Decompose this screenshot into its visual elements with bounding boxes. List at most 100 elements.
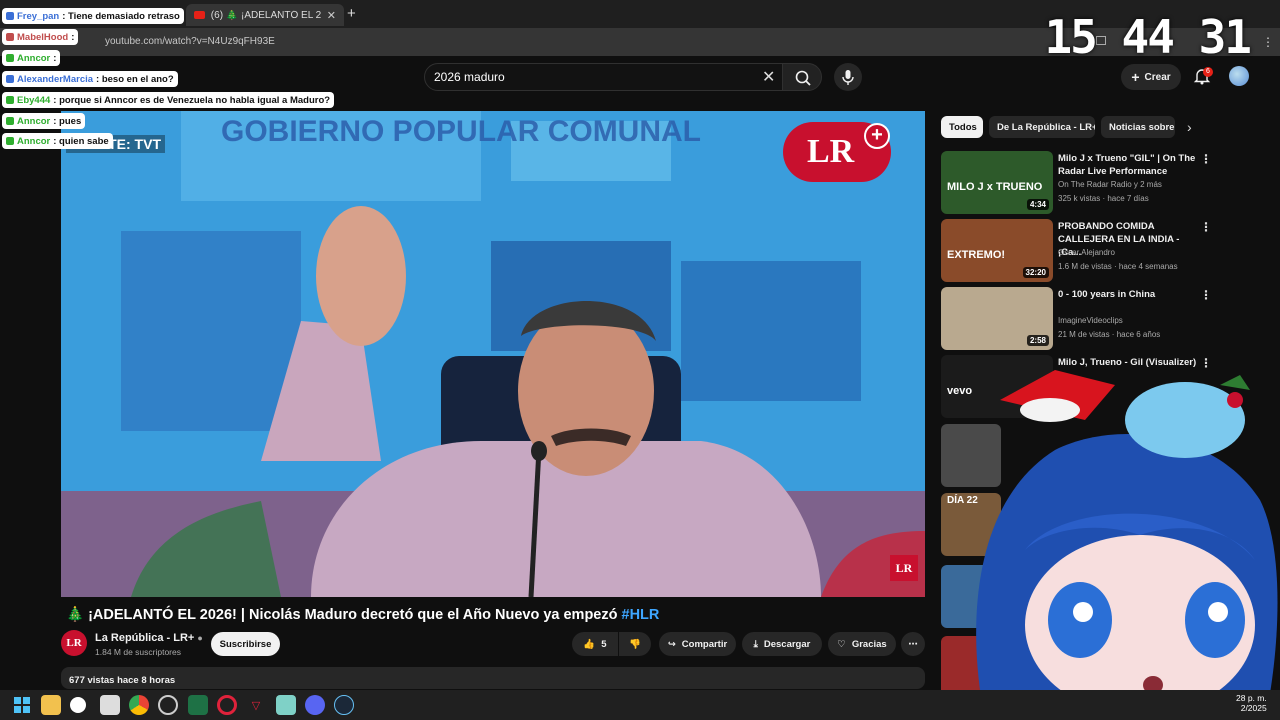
chat-badge-icon [6,54,14,62]
download-label: Descargar [763,638,811,650]
hashtag-link[interactable]: #HLR [622,607,660,623]
chat-username: Anncor [17,115,51,127]
chevron-right-icon[interactable]: › [1187,119,1192,135]
channel-name-text: On The Radar Radio [1058,180,1132,189]
game-app-icon[interactable]: ▽ [246,695,266,715]
chat-text: : [53,52,57,64]
voice-search-button[interactable] [834,63,862,91]
plus-icon: + [1131,69,1140,85]
like-button[interactable]: 👍 5 [572,632,618,656]
video-duration: 4:34 [1026,199,1049,210]
download-button[interactable]: ⤓ Descargar [742,632,822,656]
browser-app-icon[interactable] [70,697,86,713]
chat-text: : [71,31,75,43]
file-explorer-icon[interactable] [41,695,61,715]
channel-name-text: La República - LR+ [95,632,195,644]
chat-badge-icon [6,75,14,83]
youtube-favicon-icon [194,11,205,19]
chat-username: AlexanderMarcia [17,73,94,85]
video-player[interactable]: GOBIERNO POPULAR COMUNAL [61,111,925,597]
taskbar-time: 28 p. m. [1236,693,1267,703]
chat-message: MabelHood: [2,29,79,45]
description-box[interactable] [61,667,925,689]
notepad-icon[interactable] [276,695,296,715]
chat-username: MabelHood [17,31,69,43]
more-actions-button[interactable]: ⋯ [901,632,925,656]
recommendation-channel[interactable]: On The Radar Radio y 2 más [1058,180,1162,189]
recommendation-thumbnail[interactable]: MILO J x TRUENO 4:34 [941,151,1053,214]
chat-badge-icon [6,33,14,41]
excel-icon[interactable] [188,695,208,715]
opera-icon[interactable] [217,695,237,715]
more-vertical-icon[interactable]: ⋮ [1200,288,1212,302]
chat-badge-icon [6,12,14,20]
app-icon[interactable] [158,695,178,715]
browser-tab-active[interactable]: (6) 🎄 ¡ADELANTÓ EL 2026! | N ✕ [186,4,344,26]
chat-username: Anncor [17,52,51,64]
thanks-button[interactable]: ♡ Gracias [828,632,896,656]
chrome-icon[interactable] [129,695,149,715]
paint-app-icon[interactable] [100,695,120,715]
taskbar-clock: 28 p. m. 2/2025 [1236,693,1267,713]
recommendation-meta: 1.6 M de vistas · hace 4 semanas [1058,262,1178,271]
share-label: Compartir [681,638,728,650]
chat-badge-icon [6,117,14,125]
search-button[interactable] [782,63,822,91]
recommendation-title[interactable]: Milo J x Trueno "GIL" | On The Radar Liv… [1058,152,1198,178]
steam-icon[interactable] [334,695,354,715]
channel-extra-text: y 2 más [1131,180,1162,189]
more-horizontal-icon: ⋯ [908,638,918,650]
share-button[interactable]: ↪ Compartir [659,632,736,656]
lr-watermark: LR [890,555,918,581]
windows-start-icon[interactable] [12,695,32,715]
video-title: 🎄 ¡ADELANTÓ EL 2026! | Nicolás Maduro de… [66,606,659,623]
channel-name[interactable]: La República - LR+ ● [95,632,203,644]
recommendation-thumbnail[interactable]: 2:58 [941,287,1053,350]
url-text[interactable]: youtube.com/watch?v=N4Uz9qFH93E [105,36,275,47]
chat-username: Eby444 [17,94,51,106]
chip-all[interactable]: Todos [941,116,983,138]
subscribe-button[interactable]: Suscribirse [211,632,280,656]
chat-message: Anncor: pues [2,113,86,129]
stream-clock: 15 44 31 [1044,10,1252,64]
plus-icon: + [864,123,890,149]
video-frame: GOBIERNO POPULAR COMUNAL [61,111,925,597]
views-and-date: 677 vistas hace 8 horas [69,675,176,686]
recommendation-channel[interactable]: ImagineVideoclips [1058,316,1123,325]
discord-icon[interactable] [305,695,325,715]
account-avatar[interactable] [1229,66,1249,86]
subscriber-count: 1.84 M de suscriptores [95,647,181,657]
create-label: Crear [1144,71,1171,83]
clear-search-icon[interactable]: ✕ [762,67,775,87]
heart-dollar-icon: ♡ [837,638,846,650]
recommendation-thumbnail[interactable]: EXTREMO! 32:20 [941,219,1053,282]
channel-name-text: Oscar Alejandro [1058,248,1115,257]
notification-count-badge: 6 [1203,67,1213,77]
thumbs-down-icon: 👎 [629,638,641,650]
channel-avatar[interactable]: LR [61,630,87,656]
chip-channel[interactable]: De La República - LR+ [989,116,1095,138]
browser-menu-icon[interactable]: ⋮ [1262,35,1274,49]
vtuber-avatar [965,360,1280,720]
banner-text: GOBIERNO POPULAR COMUNAL [221,115,701,148]
more-vertical-icon[interactable]: ⋮ [1200,220,1212,234]
chip-news[interactable]: Noticias sobre [1101,116,1175,138]
close-tab-icon[interactable]: ✕ [327,9,336,22]
recommendation-meta: 325 k vistas · hace 7 días [1058,194,1149,203]
chat-text: : Tiene demasiado retraso [62,10,180,22]
recommendation-channel[interactable]: Oscar Alejandro [1058,248,1115,257]
chat-username: Anncor [17,135,51,147]
chat-message: Eby444: porque si Anncor es de Venezuela… [2,92,335,108]
recommendation-title[interactable]: 0 - 100 years in China [1058,288,1198,301]
taskbar-date: 2/2025 [1240,703,1267,713]
share-icon: ↪ [667,638,676,650]
video-duration: 32:20 [1022,267,1049,278]
more-vertical-icon[interactable]: ⋮ [1200,152,1212,166]
thumbs-up-icon: 👍 [583,638,596,650]
create-button[interactable]: + Crear [1121,64,1181,90]
thumbnail-text: EXTREMO! [947,249,1006,261]
dislike-button[interactable]: 👎 [619,632,651,656]
verified-icon: ● [197,633,203,643]
search-query[interactable]: 2026 maduro [434,70,505,84]
new-tab-button[interactable]: + [347,5,356,22]
